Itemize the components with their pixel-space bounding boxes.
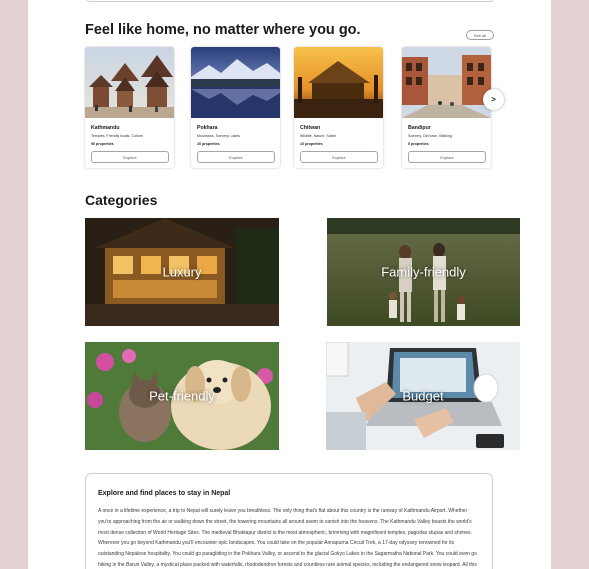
card-name: Pokhara	[197, 125, 218, 131]
category-family-friendly[interactable]: Family-friendly	[327, 218, 520, 326]
card-property-count: 10 properties	[300, 142, 323, 146]
kathmandu-photo	[85, 47, 174, 118]
explore-button[interactable]: Explore	[91, 151, 169, 163]
destination-card-bandipur[interactable]: Bandipur Scenery, Old town, Walking 5 pr…	[402, 47, 491, 168]
card-tags: Temples, Friendly locals, Culture	[91, 134, 143, 138]
category-label: Budget	[402, 388, 444, 404]
bandipur-photo	[402, 47, 491, 118]
category-label: Pet-friendly	[149, 388, 215, 404]
explore-button[interactable]: Explore	[408, 151, 486, 163]
card-tags: Wildlife, Nature, Safari	[300, 134, 336, 138]
chitwan-photo	[294, 47, 383, 118]
card-name: Chitwan	[300, 125, 321, 131]
destination-card-pokhara[interactable]: Pokhara Mountains, Scenery, Lakes 20 pro…	[191, 47, 280, 168]
categories-heading: Categories	[85, 192, 158, 208]
pokhara-photo	[191, 47, 280, 118]
category-pet-friendly[interactable]: Pet-friendly	[85, 342, 279, 450]
category-label: Luxury	[162, 264, 202, 280]
category-label: Family-friendly	[381, 264, 466, 280]
previous-section-edge	[86, 0, 494, 2]
card-property-count: 5 properties	[408, 142, 429, 146]
card-property-count: 90 properties	[91, 142, 114, 146]
next-arrow-button[interactable]: >	[483, 89, 504, 110]
info-body: A once in a lifetime experience, a trip …	[98, 508, 477, 568]
info-heading: Explore and find places to stay in Nepal	[98, 490, 231, 497]
card-property-count: 20 properties	[197, 142, 220, 146]
destination-card-kathmandu[interactable]: Kathmandu Temples, Friendly locals, Cult…	[85, 47, 174, 168]
destinations-heading: Feel like home, no matter where you go.	[85, 22, 361, 38]
card-tags: Scenery, Old town, Walking	[408, 134, 452, 138]
card-name: Bandipur	[408, 125, 431, 131]
explore-button[interactable]: Explore	[197, 151, 275, 163]
page: Feel like home, no matter where you go. …	[28, 0, 551, 569]
explore-button[interactable]: Explore	[300, 151, 378, 163]
destination-card-chitwan[interactable]: Chitwan Wildlife, Nature, Safari 10 prop…	[294, 47, 383, 168]
explore-info-box: Explore and find places to stay in Nepal…	[85, 473, 493, 569]
category-luxury[interactable]: Luxury	[85, 218, 279, 326]
see-all-button[interactable]: See all	[466, 30, 494, 40]
card-name: Kathmandu	[91, 125, 120, 131]
card-tags: Mountains, Scenery, Lakes	[197, 134, 241, 138]
category-budget[interactable]: Budget	[326, 342, 520, 450]
